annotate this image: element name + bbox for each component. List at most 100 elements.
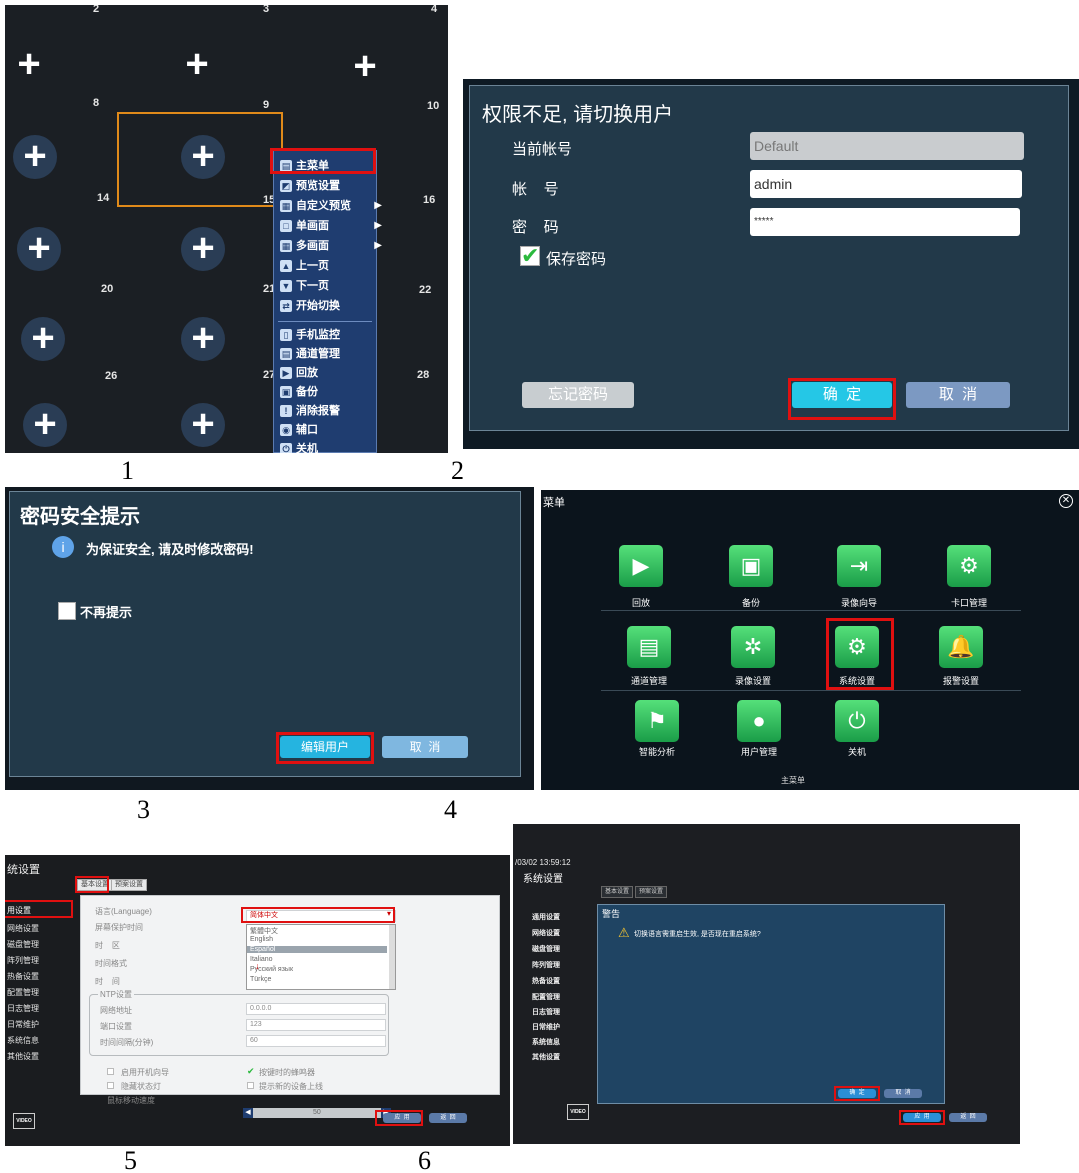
sidebar-item-other[interactable]: 其他设置	[532, 1052, 560, 1062]
chevron-right-icon: ▶	[374, 240, 382, 251]
add-channel-icon[interactable]: +	[23, 403, 67, 447]
menu-divider	[278, 321, 372, 322]
add-channel-icon[interactable]: +	[21, 317, 65, 361]
warning-icon: ⚠	[618, 925, 630, 940]
tile-user-manage-icon[interactable]: ●	[737, 700, 781, 742]
menu-item-start-switch[interactable]: ⇄ 开始切换	[276, 297, 374, 315]
language-option[interactable]: Türkçe	[250, 976, 271, 983]
warning-title: 警告	[602, 909, 621, 919]
sidebar-item-array[interactable]: 阵列管理	[7, 955, 39, 966]
back-button[interactable]: 返 回	[429, 1113, 467, 1123]
tab-plan-settings[interactable]: 预案设置	[111, 879, 147, 891]
add-channel-icon[interactable]: +	[181, 227, 225, 271]
language-option[interactable]: Español	[247, 946, 387, 953]
tile-shutdown-icon[interactable]: ⏻	[835, 700, 879, 742]
sidebar-item-sysinfo[interactable]: 系统信息	[532, 1037, 560, 1047]
add-channel-icon[interactable]: +	[181, 403, 225, 447]
sidebar-item-network[interactable]: 网络设置	[532, 928, 560, 938]
menu-item-backup[interactable]: ▣ 备份	[276, 383, 374, 401]
sidebar-item-config[interactable]: 配置管理	[532, 992, 560, 1002]
sidebar-item-general[interactable]: 通用设置	[532, 912, 560, 922]
menu-item-multi-screen[interactable]: ▦ 多画面 ▶	[276, 237, 382, 255]
tab-basic-settings[interactable]: 基本设置	[601, 886, 634, 898]
password-field[interactable]: *****	[750, 208, 1020, 236]
menu-item-custom-preview[interactable]: ▦ 自定义预览 ▶	[276, 197, 382, 215]
tile-backup-icon[interactable]: ▣	[729, 545, 773, 587]
highlight-box	[276, 732, 374, 764]
language-option[interactable]: 繁體中文	[250, 926, 278, 936]
menu-item-shutdown[interactable]: ⏻ 关机	[276, 440, 374, 453]
add-channel-icon[interactable]: +	[175, 43, 219, 87]
save-password-checkbox[interactable]: ✔	[520, 245, 540, 267]
dropdown-scrollbar[interactable]	[389, 925, 395, 989]
sidebar-item-maintenance[interactable]: 日常维护	[532, 1022, 560, 1032]
mouse-speed-slider[interactable]: ◀ 50 ▶	[243, 1108, 391, 1118]
phone-icon: ▯	[280, 329, 292, 341]
language-option[interactable]: English	[250, 936, 273, 943]
sidebar-item-array[interactable]: 阵列管理	[532, 960, 560, 970]
sidebar-item-hotspare[interactable]: 热备设置	[532, 976, 560, 986]
ntp-port-input[interactable]: 123	[246, 1019, 386, 1031]
cancel-button[interactable]: 取 消	[884, 1089, 922, 1098]
menu-item-channel-manage[interactable]: ▤ 通道管理	[276, 345, 374, 363]
tile-record-wizard-icon[interactable]: ⇥	[837, 545, 881, 587]
tab-plan-settings[interactable]: 预案设置	[635, 886, 668, 898]
highlight-box	[375, 1110, 423, 1126]
add-channel-icon[interactable]: +	[181, 317, 225, 361]
sidebar-item-hotspare[interactable]: 热备设置	[7, 971, 39, 982]
cancel-button[interactable]: 取 消	[906, 382, 1010, 408]
no-remind-checkbox[interactable]	[58, 602, 76, 620]
ntp-interval-input[interactable]: 60	[246, 1035, 386, 1047]
menu-item-preview-settings[interactable]: ◩ 预览设置	[276, 177, 374, 195]
checkbox[interactable]	[107, 1082, 114, 1089]
add-channel-icon[interactable]: +	[17, 227, 61, 271]
checkmark-icon[interactable]: ✔	[247, 1066, 255, 1077]
tile-playback-icon[interactable]: ▶	[619, 545, 663, 587]
menu-item-clear-alarm[interactable]: ! 消除报警	[276, 402, 374, 420]
menu-item-playback[interactable]: ▶ 回放	[276, 364, 374, 382]
menu-item-aux[interactable]: ◉ 辅口	[276, 421, 374, 439]
checkbox[interactable]	[247, 1082, 254, 1089]
chevron-right-icon: ▶	[374, 200, 382, 211]
language-option[interactable]: Italiano	[250, 956, 273, 963]
multi-screen-icon: ▦	[280, 240, 292, 252]
sidebar-item-config[interactable]: 配置管理	[7, 987, 39, 998]
ntp-server-input[interactable]: 0.0.0.0	[246, 1003, 386, 1015]
sidebar-item-maintenance[interactable]: 日常维护	[7, 1019, 39, 1030]
add-channel-icon[interactable]: +	[13, 135, 57, 179]
add-channel-icon[interactable]: +	[7, 43, 51, 87]
channel-number: 26	[105, 370, 118, 382]
close-icon[interactable]: ✕	[1059, 494, 1073, 508]
account-field[interactable]: admin	[750, 170, 1022, 198]
tile-smart-analysis-icon[interactable]: ⚑	[635, 700, 679, 742]
step-number: 4	[444, 795, 457, 824]
sidebar-item-sysinfo[interactable]: 系统信息	[7, 1035, 39, 1046]
tile-channel-manage-icon[interactable]: ▤	[627, 626, 671, 668]
add-channel-icon[interactable]: +	[181, 135, 225, 179]
sidebar-item-disk[interactable]: 磁盘管理	[532, 944, 560, 954]
power-icon: ⏻	[280, 443, 292, 453]
tile-record-settings-icon[interactable]: ✲	[731, 626, 775, 668]
sidebar-item-log[interactable]: 日志管理	[7, 1003, 39, 1014]
sidebar-item-disk[interactable]: 磁盘管理	[7, 939, 39, 950]
menu-item-mobile-monitor[interactable]: ▯ 手机监控	[276, 326, 374, 344]
cancel-button[interactable]: 取 消	[382, 736, 468, 758]
menu-footer: 主菜单	[781, 776, 805, 785]
sidebar-item-network[interactable]: 网络设置	[7, 923, 39, 934]
menu-item-single-screen[interactable]: □ 单画面 ▶	[276, 217, 382, 235]
arrow-down-icon: ↓	[255, 961, 260, 971]
menu-item-next-page[interactable]: ▼ 下一页	[276, 277, 374, 295]
tile-checkpoint-icon[interactable]: ⚙	[947, 545, 991, 587]
tile-alarm-settings-icon[interactable]: 🔔	[939, 626, 983, 668]
sidebar-item-other[interactable]: 其他设置	[7, 1051, 39, 1062]
chevron-left-icon[interactable]: ◀	[243, 1108, 253, 1118]
menu-item-prev-page[interactable]: ▲ 上一页	[276, 257, 374, 275]
channel-number: 9	[263, 99, 270, 111]
sidebar-item-log[interactable]: 日志管理	[532, 1007, 560, 1017]
arrow-down-icon: ▼	[280, 280, 292, 292]
add-channel-icon[interactable]: +	[343, 45, 387, 89]
highlight-box	[75, 876, 109, 893]
forgot-password-button[interactable]: 忘记密码	[522, 382, 634, 408]
back-button[interactable]: 返 回	[949, 1113, 987, 1122]
checkbox[interactable]	[107, 1068, 114, 1075]
